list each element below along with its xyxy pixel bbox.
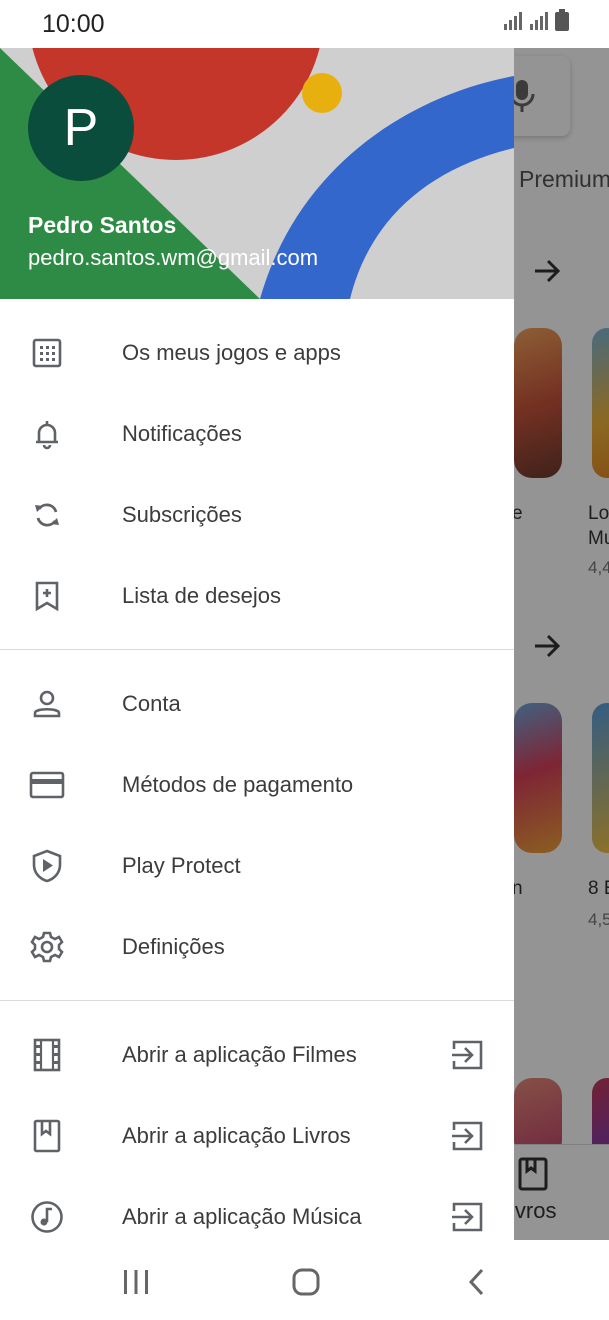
menu-item-label: Os meus jogos e apps [122, 339, 341, 365]
menu-group-account: Conta Métodos de pagamento Play Protect … [0, 663, 514, 987]
screen: 10:00 Premium e Lo Mu 4,4 [0, 0, 609, 1320]
menu-item-label: Métodos de pagamento [122, 771, 354, 797]
avatar[interactable]: P [28, 75, 134, 181]
credit-card-icon [29, 767, 65, 803]
grid-icon [29, 335, 65, 371]
account-email: pedro.santos.wm@gmail.com [28, 245, 319, 270]
menu-item-label: Notificações [122, 420, 242, 446]
recent-apps-icon[interactable] [114, 1260, 158, 1304]
open-app-icon [449, 1118, 485, 1154]
menu-item-payment-methods[interactable]: Métodos de pagamento [0, 744, 514, 825]
refresh-icon [29, 497, 65, 533]
menu-item-label: Abrir a aplicação Livros [122, 1122, 351, 1148]
book-icon [29, 1118, 65, 1154]
status-icons [503, 9, 569, 36]
battery-icon [555, 9, 569, 36]
menu-item-play-protect[interactable]: Play Protect [0, 825, 514, 906]
music-icon [29, 1199, 65, 1235]
bell-icon [29, 416, 65, 452]
menu-item-label: Definições [122, 933, 225, 959]
menu-item-open-books[interactable]: Abrir a aplicação Livros [0, 1095, 514, 1176]
open-app-icon [449, 1199, 485, 1235]
menu-item-label: Lista de desejos [122, 582, 281, 608]
open-app-icon [449, 1037, 485, 1073]
signal-icon [503, 11, 523, 36]
menu-item-settings[interactable]: Definições [0, 906, 514, 987]
menu-item-label: Abrir a aplicação Filmes [122, 1041, 357, 1067]
menu-item-wishlist[interactable]: Lista de desejos [0, 555, 514, 636]
back-icon[interactable] [455, 1260, 499, 1304]
menu-item-account[interactable]: Conta [0, 663, 514, 744]
menu-item-open-movies[interactable]: Abrir a aplicação Filmes [0, 1014, 514, 1095]
home-icon[interactable] [284, 1260, 328, 1304]
menu-item-label: Play Protect [122, 852, 241, 878]
menu-item-notifications[interactable]: Notificações [0, 393, 514, 474]
menu-item-my-apps[interactable]: Os meus jogos e apps [0, 312, 514, 393]
menu-item-open-music[interactable]: Abrir a aplicação Música [0, 1176, 514, 1240]
system-nav-bar [0, 1240, 609, 1320]
menu-item-label: Subscrições [122, 501, 242, 527]
status-bar: 10:00 [0, 0, 609, 48]
account-name: Pedro Santos [28, 212, 177, 238]
menu-item-subscriptions[interactable]: Subscrições [0, 474, 514, 555]
bookmark-add-icon [29, 578, 65, 614]
menu-group-apps: Abrir a aplicação Filmes Abrir a aplicaç… [0, 1014, 514, 1240]
menu-item-label: Conta [122, 690, 181, 716]
account-header[interactable]: P Pedro Santos pedro.santos.wm@gmail.com [0, 48, 514, 299]
film-icon [29, 1037, 65, 1073]
signal-icon [529, 11, 549, 36]
person-icon [29, 686, 65, 722]
gear-icon [29, 929, 65, 965]
shield-play-icon [29, 848, 65, 884]
menu-item-label: Abrir a aplicação Música [122, 1203, 362, 1229]
divider [0, 649, 514, 650]
navigation-drawer: P Pedro Santos pedro.santos.wm@gmail.com… [0, 48, 514, 1240]
menu-group-library: Os meus jogos e apps Notificações Subscr… [0, 312, 514, 636]
status-time: 10:00 [42, 10, 105, 38]
divider [0, 1000, 514, 1001]
